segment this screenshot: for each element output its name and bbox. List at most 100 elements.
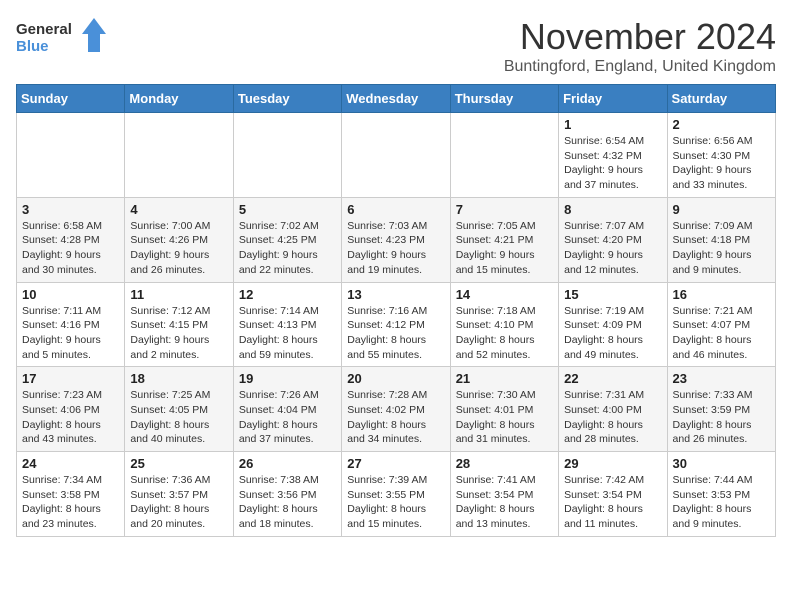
calendar-cell: 20Sunrise: 7:28 AM Sunset: 4:02 PM Dayli… [342, 367, 450, 452]
day-number: 14 [456, 287, 553, 302]
calendar-cell: 10Sunrise: 7:11 AM Sunset: 4:16 PM Dayli… [17, 282, 125, 367]
calendar-cell: 17 Sunrise: 7:23 AM Sunset: 4:06 PM Dayli… [17, 367, 125, 452]
day-number: 2 [673, 117, 770, 132]
day-number: 19 [239, 371, 336, 386]
day-number: 28 [456, 456, 553, 471]
day-number: 3 [22, 202, 119, 217]
day-number: 20 [347, 371, 444, 386]
day-number: 11 [130, 287, 227, 302]
day-info: Sunrise: 7:11 AM Sunset: 4:16 PM Dayligh… [22, 304, 119, 363]
calendar-cell: 5Sunrise: 7:02 AM Sunset: 4:25 PM Daylig… [233, 197, 341, 282]
day-info: Sunrise: 7:44 AM Sunset: 3:53 PM Dayligh… [673, 473, 770, 532]
page-header: General Blue November 2024 Buntingford, … [16, 16, 776, 76]
col-header-tuesday: Tuesday [233, 85, 341, 113]
calendar-cell [17, 113, 125, 198]
day-info: Sunrise: 7:09 AM Sunset: 4:18 PM Dayligh… [673, 219, 770, 278]
day-info: Sunrise: 7:31 AM Sunset: 4:00 PM Dayligh… [564, 388, 661, 447]
day-info: Sunrise: 7:25 AM Sunset: 4:05 PM Dayligh… [130, 388, 227, 447]
calendar-cell: 11 Sunrise: 7:12 AM Sunset: 4:15 PM Dayli… [125, 282, 233, 367]
svg-text:Blue: Blue [16, 38, 49, 55]
day-info: Sunrise: 6:54 AM Sunset: 4:32 PM Dayligh… [564, 134, 661, 193]
calendar-cell [342, 113, 450, 198]
day-number: 1 [564, 117, 661, 132]
calendar-cell: 23Sunrise: 7:33 AM Sunset: 3:59 PM Dayli… [667, 367, 775, 452]
calendar-cell: 9 Sunrise: 7:09 AM Sunset: 4:18 PM Daylig… [667, 197, 775, 282]
day-info: Sunrise: 7:26 AM Sunset: 4:04 PM Dayligh… [239, 388, 336, 447]
day-number: 27 [347, 456, 444, 471]
calendar-cell: 1 Sunrise: 6:54 AM Sunset: 4:32 PM Daylig… [559, 113, 667, 198]
day-number: 26 [239, 456, 336, 471]
day-info: Sunrise: 7:42 AM Sunset: 3:54 PM Dayligh… [564, 473, 661, 532]
logo-svg: General Blue [16, 16, 106, 61]
col-header-friday: Friday [559, 85, 667, 113]
col-header-monday: Monday [125, 85, 233, 113]
day-number: 29 [564, 456, 661, 471]
day-info: Sunrise: 7:41 AM Sunset: 3:54 PM Dayligh… [456, 473, 553, 532]
calendar-table: SundayMondayTuesdayWednesdayThursdayFrid… [16, 84, 776, 537]
calendar-cell: 21 Sunrise: 7:30 AM Sunset: 4:01 PM Dayli… [450, 367, 558, 452]
day-number: 18 [130, 371, 227, 386]
day-info: Sunrise: 7:16 AM Sunset: 4:12 PM Dayligh… [347, 304, 444, 363]
day-info: Sunrise: 7:19 AM Sunset: 4:09 PM Dayligh… [564, 304, 661, 363]
day-info: Sunrise: 7:38 AM Sunset: 3:56 PM Dayligh… [239, 473, 336, 532]
location-title: Buntingford, England, United Kingdom [504, 58, 776, 76]
calendar-header-row: SundayMondayTuesdayWednesdayThursdayFrid… [17, 85, 776, 113]
calendar-cell: 28 Sunrise: 7:41 AM Sunset: 3:54 PM Dayli… [450, 452, 558, 537]
calendar-week-row: 17 Sunrise: 7:23 AM Sunset: 4:06 PM Dayli… [17, 367, 776, 452]
day-info: Sunrise: 7:23 AM Sunset: 4:06 PM Dayligh… [22, 388, 119, 447]
calendar-cell: 29 Sunrise: 7:42 AM Sunset: 3:54 PM Dayli… [559, 452, 667, 537]
calendar-cell: 15Sunrise: 7:19 AM Sunset: 4:09 PM Dayli… [559, 282, 667, 367]
col-header-sunday: Sunday [17, 85, 125, 113]
svg-text:General: General [16, 21, 72, 38]
calendar-cell: 30Sunrise: 7:44 AM Sunset: 3:53 PM Dayli… [667, 452, 775, 537]
calendar-cell: 8Sunrise: 7:07 AM Sunset: 4:20 PM Daylig… [559, 197, 667, 282]
day-info: Sunrise: 7:00 AM Sunset: 4:26 PM Dayligh… [130, 219, 227, 278]
calendar-week-row: 10Sunrise: 7:11 AM Sunset: 4:16 PM Dayli… [17, 282, 776, 367]
calendar-cell: 16 Sunrise: 7:21 AM Sunset: 4:07 PM Dayli… [667, 282, 775, 367]
day-number: 7 [456, 202, 553, 217]
day-info: Sunrise: 7:36 AM Sunset: 3:57 PM Dayligh… [130, 473, 227, 532]
day-info: Sunrise: 7:02 AM Sunset: 4:25 PM Dayligh… [239, 219, 336, 278]
calendar-cell: 4Sunrise: 7:00 AM Sunset: 4:26 PM Daylig… [125, 197, 233, 282]
day-info: Sunrise: 6:58 AM Sunset: 4:28 PM Dayligh… [22, 219, 119, 278]
calendar-cell: 24 Sunrise: 7:34 AM Sunset: 3:58 PM Dayli… [17, 452, 125, 537]
day-info: Sunrise: 7:03 AM Sunset: 4:23 PM Dayligh… [347, 219, 444, 278]
calendar-cell [125, 113, 233, 198]
calendar-cell: 7Sunrise: 7:05 AM Sunset: 4:21 PM Daylig… [450, 197, 558, 282]
day-number: 23 [673, 371, 770, 386]
day-number: 17 [22, 371, 119, 386]
calendar-cell: 25 Sunrise: 7:36 AM Sunset: 3:57 PM Dayli… [125, 452, 233, 537]
title-area: November 2024 Buntingford, England, Unit… [504, 16, 776, 76]
day-info: Sunrise: 7:39 AM Sunset: 3:55 PM Dayligh… [347, 473, 444, 532]
day-number: 22 [564, 371, 661, 386]
calendar-cell [450, 113, 558, 198]
day-number: 6 [347, 202, 444, 217]
day-number: 12 [239, 287, 336, 302]
calendar-cell: 14Sunrise: 7:18 AM Sunset: 4:10 PM Dayli… [450, 282, 558, 367]
calendar-cell: 22 Sunrise: 7:31 AM Sunset: 4:00 PM Dayli… [559, 367, 667, 452]
calendar-week-row: 24 Sunrise: 7:34 AM Sunset: 3:58 PM Dayli… [17, 452, 776, 537]
day-number: 21 [456, 371, 553, 386]
calendar-cell: 6 Sunrise: 7:03 AM Sunset: 4:23 PM Daylig… [342, 197, 450, 282]
calendar-cell: 13Sunrise: 7:16 AM Sunset: 4:12 PM Dayli… [342, 282, 450, 367]
calendar-cell: 27 Sunrise: 7:39 AM Sunset: 3:55 PM Dayli… [342, 452, 450, 537]
day-info: Sunrise: 7:34 AM Sunset: 3:58 PM Dayligh… [22, 473, 119, 532]
day-info: Sunrise: 7:21 AM Sunset: 4:07 PM Dayligh… [673, 304, 770, 363]
col-header-saturday: Saturday [667, 85, 775, 113]
day-info: Sunrise: 7:30 AM Sunset: 4:01 PM Dayligh… [456, 388, 553, 447]
day-number: 16 [673, 287, 770, 302]
calendar-cell [233, 113, 341, 198]
day-info: Sunrise: 7:12 AM Sunset: 4:15 PM Dayligh… [130, 304, 227, 363]
calendar-cell: 12Sunrise: 7:14 AM Sunset: 4:13 PM Dayli… [233, 282, 341, 367]
day-number: 24 [22, 456, 119, 471]
calendar-cell: 19 Sunrise: 7:26 AM Sunset: 4:04 PM Dayli… [233, 367, 341, 452]
day-info: Sunrise: 6:56 AM Sunset: 4:30 PM Dayligh… [673, 134, 770, 193]
calendar-cell: 18 Sunrise: 7:25 AM Sunset: 4:05 PM Dayli… [125, 367, 233, 452]
day-number: 8 [564, 202, 661, 217]
calendar-week-row: 1 Sunrise: 6:54 AM Sunset: 4:32 PM Daylig… [17, 113, 776, 198]
calendar-cell: 26 Sunrise: 7:38 AM Sunset: 3:56 PM Dayli… [233, 452, 341, 537]
day-number: 9 [673, 202, 770, 217]
calendar-week-row: 3 Sunrise: 6:58 AM Sunset: 4:28 PM Daylig… [17, 197, 776, 282]
col-header-wednesday: Wednesday [342, 85, 450, 113]
day-number: 25 [130, 456, 227, 471]
